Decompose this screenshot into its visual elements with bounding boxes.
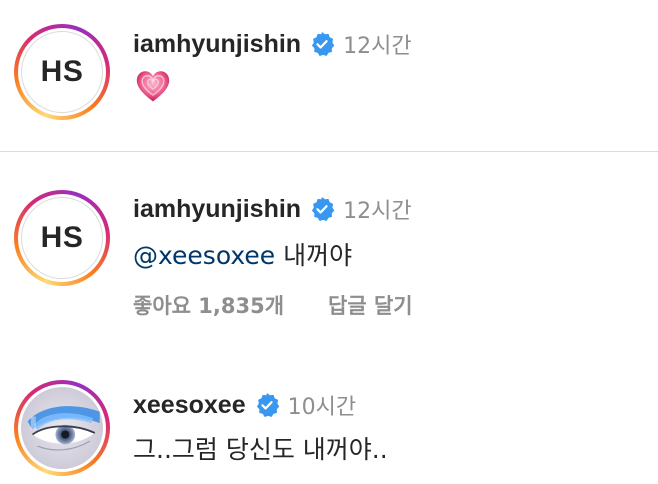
comment-actions: 좋아요 1,835개 답글 달기 <box>133 290 413 320</box>
story-ring-inner: HS <box>18 28 106 116</box>
timestamp: 10시간 <box>287 395 357 420</box>
mention-link[interactable]: @xeesoxee <box>133 241 275 270</box>
story-ring[interactable] <box>14 380 110 476</box>
verified-badge-icon <box>312 196 335 222</box>
reply-button[interactable]: 답글 달기 <box>328 290 413 320</box>
heart-emoji-icon <box>136 71 170 102</box>
comment-header: xeesoxee 10시간 <box>133 389 356 421</box>
comment-1: HS iamhyunjishin 12시간 <box>0 0 658 151</box>
story-ring[interactable]: HS <box>14 190 110 286</box>
comment-text: @xeesoxee 내꺼야 <box>133 236 352 272</box>
username[interactable]: xeesoxee <box>133 391 246 420</box>
comment-2: HS iamhyunjishin 12시간 @xeesoxee 내꺼야 좋아요 … <box>0 152 658 342</box>
avatar[interactable]: HS <box>21 31 103 113</box>
timestamp: 12시간 <box>343 34 412 59</box>
verified-badge-icon <box>312 31 335 57</box>
comment-header: iamhyunjishin 12시간 <box>133 193 412 225</box>
likes-count[interactable]: 좋아요 1,835개 <box>133 290 284 320</box>
username[interactable]: iamhyunjishin <box>133 195 301 224</box>
story-ring[interactable]: HS <box>14 24 110 120</box>
story-ring-inner <box>18 384 106 472</box>
avatar-photo-icon <box>21 387 103 469</box>
avatar[interactable] <box>21 387 103 469</box>
comment-3: xeesoxee 10시간 그..그럼 당신도 내꺼야.. <box>0 342 658 484</box>
verified-badge-icon <box>256 392 279 418</box>
story-ring-inner: HS <box>18 194 106 282</box>
comment-header: iamhyunjishin 12시간 <box>133 28 412 60</box>
timestamp: 12시간 <box>343 199 412 224</box>
avatar[interactable]: HS <box>21 197 103 279</box>
comment-body: 내꺼야 <box>283 241 353 270</box>
comment-text: 그..그럼 당신도 내꺼야.. <box>133 435 388 464</box>
username[interactable]: iamhyunjishin <box>133 30 301 59</box>
